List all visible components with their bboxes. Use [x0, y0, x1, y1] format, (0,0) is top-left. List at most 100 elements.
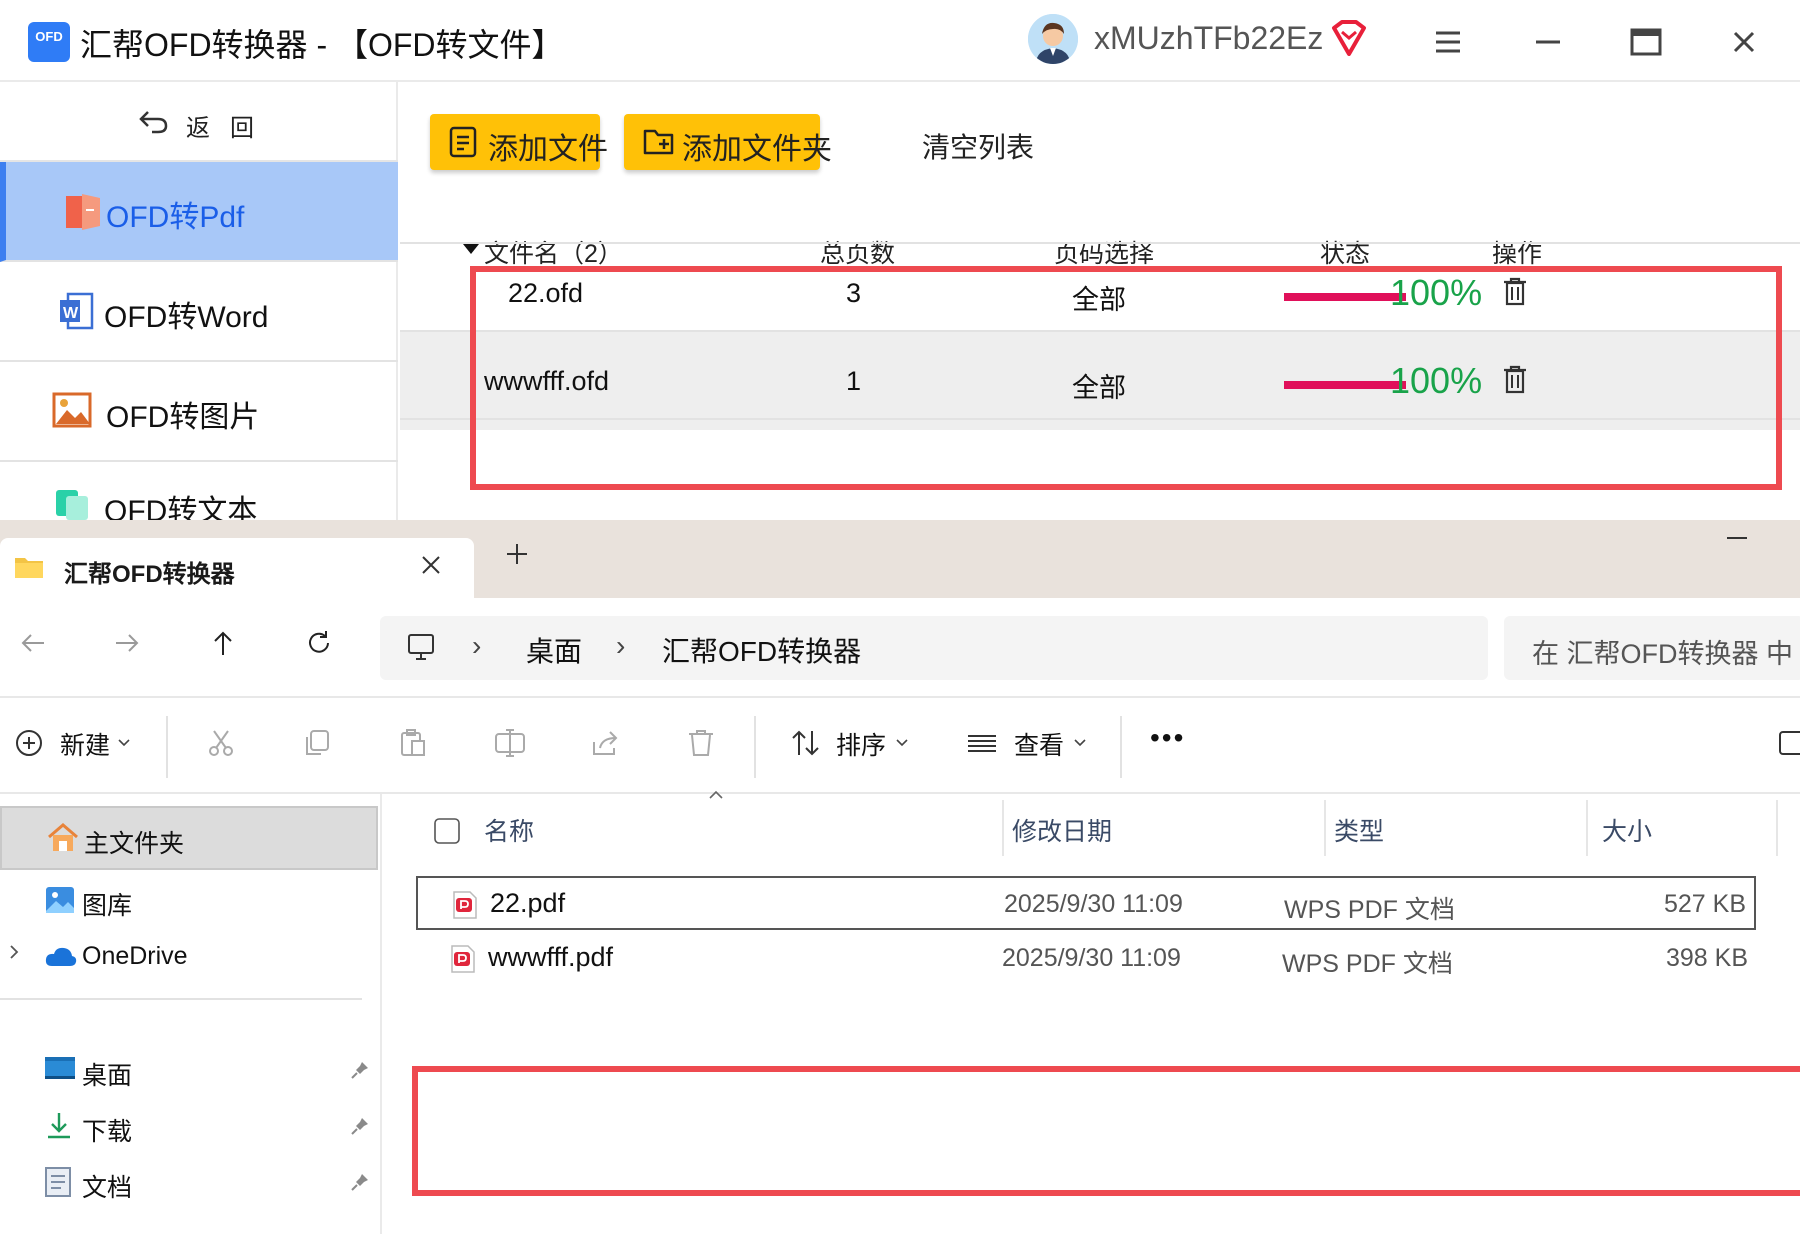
add-folder-label: 添加文件夹 — [682, 133, 832, 166]
nav-item-ofd-to-image[interactable]: OFD转图片 — [0, 362, 398, 462]
nav-gallery[interactable]: 图库 — [0, 870, 378, 934]
view-button[interactable]: 查看 — [1014, 726, 1064, 762]
forward-arrow-icon[interactable] — [112, 628, 142, 658]
breadcrumb-desktop[interactable]: 桌面 — [526, 630, 582, 670]
sort-button[interactable]: 排序 — [836, 726, 886, 762]
gallery-icon — [44, 884, 76, 916]
pin-icon[interactable] — [350, 1116, 370, 1136]
refresh-icon[interactable] — [304, 628, 334, 658]
svg-text:W: W — [63, 305, 79, 322]
nav-item-ofd-to-word[interactable]: W OFD转Word — [0, 262, 398, 362]
desktop-icon — [44, 1054, 76, 1082]
file-row[interactable]: wwwfff.pdf 2025/9/30 11:09 WPS PDF 文档 39… — [416, 932, 1756, 986]
chevron-down-icon[interactable] — [1074, 738, 1086, 748]
rename-icon[interactable] — [494, 728, 526, 758]
copy-icon[interactable] — [302, 728, 332, 758]
column-divider[interactable] — [1002, 800, 1004, 856]
paste-icon[interactable] — [398, 728, 428, 758]
close-icon[interactable] — [1724, 22, 1764, 62]
explorer-tab[interactable]: 汇帮OFD转换器 — [0, 538, 474, 600]
folder-add-icon — [642, 125, 676, 157]
search-placeholder: 在 汇帮OFD转换器 中 — [1532, 639, 1793, 669]
file-row[interactable]: 22.pdf 2025/9/30 11:09 WPS PDF 文档 527 KB — [416, 876, 1756, 930]
maximize-icon[interactable] — [1626, 22, 1666, 62]
up-arrow-icon[interactable] — [208, 628, 238, 658]
clear-list-button[interactable]: 清空列表 — [922, 126, 1034, 166]
file-size: 527 KB — [1663, 890, 1746, 918]
pdf-file-icon — [450, 944, 476, 974]
file-modified: 2025/9/30 11:09 — [1004, 890, 1183, 918]
cut-icon[interactable] — [206, 728, 236, 758]
download-icon — [44, 1110, 74, 1140]
back-arrow-icon — [138, 108, 170, 136]
nav-label: OFD转文本 — [104, 495, 258, 520]
details-pane-icon[interactable] — [1778, 728, 1800, 758]
nav-item-ofd-to-text[interactable]: OFD转文本 — [0, 462, 398, 520]
new-button[interactable]: 新建 — [60, 726, 110, 762]
column-label: 类型 — [1334, 818, 1385, 846]
nav-home[interactable]: 主文件夹 — [0, 806, 378, 870]
nav-label: OneDrive — [82, 942, 188, 970]
column-label: 大小 — [1602, 818, 1653, 846]
chevron-down-icon[interactable] — [896, 738, 908, 748]
file-add-icon — [448, 125, 480, 159]
address-bar-row: › 桌面 › 汇帮OFD转换器 在 汇帮OFD转换器 中 — [0, 598, 1800, 698]
back-button[interactable]: 返回 — [0, 82, 398, 162]
nav-label: OFD转Word — [104, 301, 269, 334]
menu-icon[interactable] — [1428, 22, 1468, 62]
cloud-icon — [44, 944, 78, 968]
computer-icon — [406, 632, 436, 662]
tab-close-icon[interactable] — [420, 554, 442, 576]
nav-label: OFD转图片 — [106, 401, 260, 434]
back-label: 返回 — [186, 115, 274, 142]
new-tab-icon[interactable] — [505, 542, 529, 566]
view-list-icon[interactable] — [966, 728, 998, 758]
search-box[interactable]: 在 汇帮OFD转换器 中 — [1504, 616, 1800, 680]
plus-circle-icon[interactable] — [14, 728, 44, 758]
pin-icon[interactable] — [350, 1172, 370, 1192]
more-options-button[interactable]: ••• — [1150, 722, 1185, 754]
chevron-right-icon[interactable] — [8, 944, 20, 960]
address-bar[interactable]: › 桌面 › 汇帮OFD转换器 — [380, 616, 1488, 680]
pdf-file-icon — [452, 890, 478, 920]
sort-icon[interactable] — [790, 728, 822, 758]
share-icon[interactable] — [590, 728, 620, 758]
nav-label: 桌面 — [82, 1062, 133, 1090]
nav-downloads[interactable]: 下载 — [0, 1096, 378, 1160]
window-title: 汇帮OFD转换器 - 【OFD转文件】 — [80, 27, 564, 63]
image-icon — [52, 392, 92, 428]
select-all-checkbox[interactable] — [434, 818, 460, 844]
nav-item-ofd-to-pdf[interactable]: OFD转Pdf — [0, 162, 398, 262]
home-icon — [46, 822, 80, 854]
column-label: 修改日期 — [1012, 818, 1113, 846]
nav-desktop[interactable]: 桌面 — [0, 1040, 378, 1104]
nav-label: 下载 — [82, 1118, 133, 1146]
sort-caret-up-icon — [708, 790, 724, 800]
breadcrumb-folder[interactable]: 汇帮OFD转换器 — [662, 630, 861, 670]
app-logo: OFD — [28, 22, 70, 62]
add-folder-button[interactable]: 添加文件夹 — [624, 114, 832, 170]
divider — [1120, 716, 1122, 778]
logo-text: OFD — [35, 29, 63, 44]
pin-icon[interactable] — [350, 1060, 370, 1080]
column-divider[interactable] — [1586, 800, 1588, 856]
column-divider[interactable] — [1324, 800, 1326, 856]
nav-documents[interactable]: 文档 — [0, 1152, 378, 1216]
back-arrow-icon[interactable] — [18, 628, 48, 658]
nav-onedrive[interactable]: OneDrive — [0, 926, 378, 990]
minimize-icon[interactable] — [1725, 526, 1749, 550]
add-file-button[interactable]: 添加文件 — [430, 114, 608, 170]
delete-icon[interactable] — [686, 728, 716, 758]
minimize-icon[interactable] — [1528, 22, 1568, 62]
user-avatar[interactable] — [1028, 14, 1078, 64]
divider — [754, 716, 756, 778]
divider — [0, 998, 362, 1000]
highlight-box — [470, 266, 1782, 490]
text-doc-icon — [54, 486, 90, 520]
file-modified: 2025/9/30 11:09 — [1002, 944, 1181, 972]
column-divider[interactable] — [1776, 800, 1778, 856]
navigation-pane: 主文件夹 图库 OneDrive 桌面 下载 文档 — [0, 794, 382, 1234]
chevron-down-icon[interactable] — [118, 738, 130, 748]
folder-icon — [14, 554, 44, 580]
vip-diamond-icon[interactable] — [1330, 20, 1368, 56]
